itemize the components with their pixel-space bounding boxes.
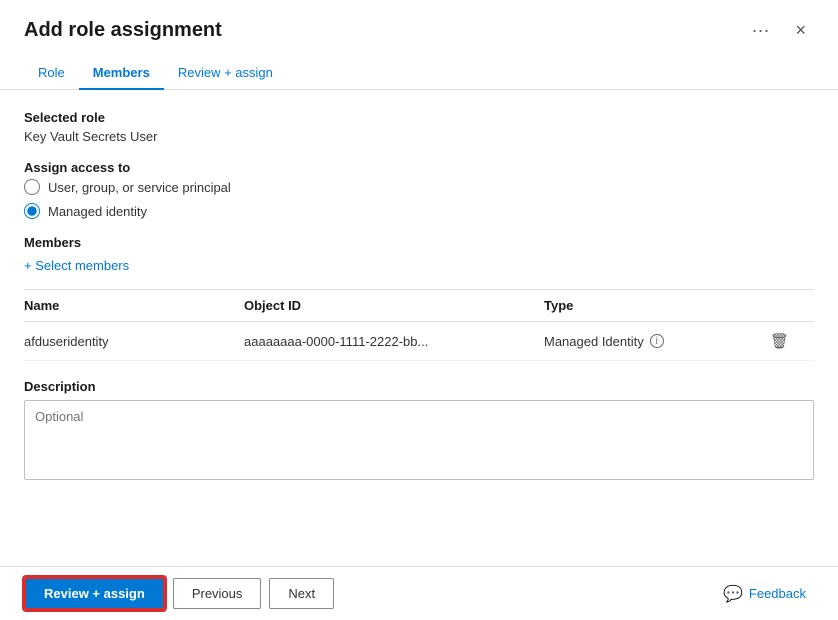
next-button[interactable]: Next [269,578,334,609]
members-heading: Members [24,235,814,250]
cell-delete: 🗑 [764,330,814,352]
delete-row-button[interactable]: 🗑 [764,330,795,352]
selected-role-label: Selected role [24,110,814,125]
assign-access-radio-group: User, group, or service principal Manage… [24,179,814,219]
selected-role-value: Key Vault Secrets User [24,129,814,144]
radio-managed-identity-input[interactable] [24,203,40,219]
description-section: Description [24,379,814,483]
feedback-icon: 💬 [723,584,743,604]
cell-type: Managed Identity i [544,334,764,349]
header-actions: ··· × [746,18,815,43]
col-header-actions [764,298,814,313]
description-label: Description [24,379,814,394]
members-section: Members + Select members Name Object ID … [24,235,814,361]
table-row: afduseridentity aaaaaaaa-0000-1111-2222-… [24,322,814,361]
table-header-row: Name Object ID Type [24,290,814,322]
col-header-object-id: Object ID [244,298,544,313]
col-header-name: Name [24,298,244,313]
description-textarea[interactable] [24,400,814,480]
col-header-type: Type [544,298,764,313]
cell-type-text: Managed Identity [544,334,644,349]
add-role-assignment-dialog: Add role assignment ··· × Role Members R… [0,0,838,620]
selected-role-section: Selected role Key Vault Secrets User [24,110,814,144]
previous-button[interactable]: Previous [173,578,262,609]
close-button[interactable]: × [787,18,814,43]
radio-managed-identity[interactable]: Managed identity [24,203,814,219]
cell-name: afduseridentity [24,334,244,349]
review-assign-button[interactable]: Review + assign [24,577,165,610]
radio-user-group-input[interactable] [24,179,40,195]
tab-role[interactable]: Role [24,57,79,90]
radio-user-group-label: User, group, or service principal [48,180,231,195]
tab-bar: Role Members Review + assign [0,43,838,90]
assign-access-section: Assign access to User, group, or service… [24,160,814,219]
radio-managed-identity-label: Managed identity [48,204,147,219]
assign-access-label: Assign access to [24,160,814,175]
radio-user-group[interactable]: User, group, or service principal [24,179,814,195]
members-table: Name Object ID Type afduseridentity aaaa… [24,289,814,361]
tab-review-assign[interactable]: Review + assign [164,57,287,90]
tab-members[interactable]: Members [79,57,164,90]
cell-object-id: aaaaaaaa-0000-1111-2222-bb... [244,334,544,349]
dialog-body: Selected role Key Vault Secrets User Ass… [0,90,838,566]
info-icon[interactable]: i [650,334,664,348]
dialog-title: Add role assignment [24,19,222,42]
feedback-label: Feedback [749,586,806,601]
ellipsis-button[interactable]: ··· [746,18,776,43]
select-members-link[interactable]: + Select members [24,258,129,273]
feedback-button[interactable]: 💬 Feedback [715,578,814,610]
dialog-header: Add role assignment ··· × [0,0,838,43]
dialog-footer: Review + assign Previous Next 💬 Feedback [0,566,838,620]
